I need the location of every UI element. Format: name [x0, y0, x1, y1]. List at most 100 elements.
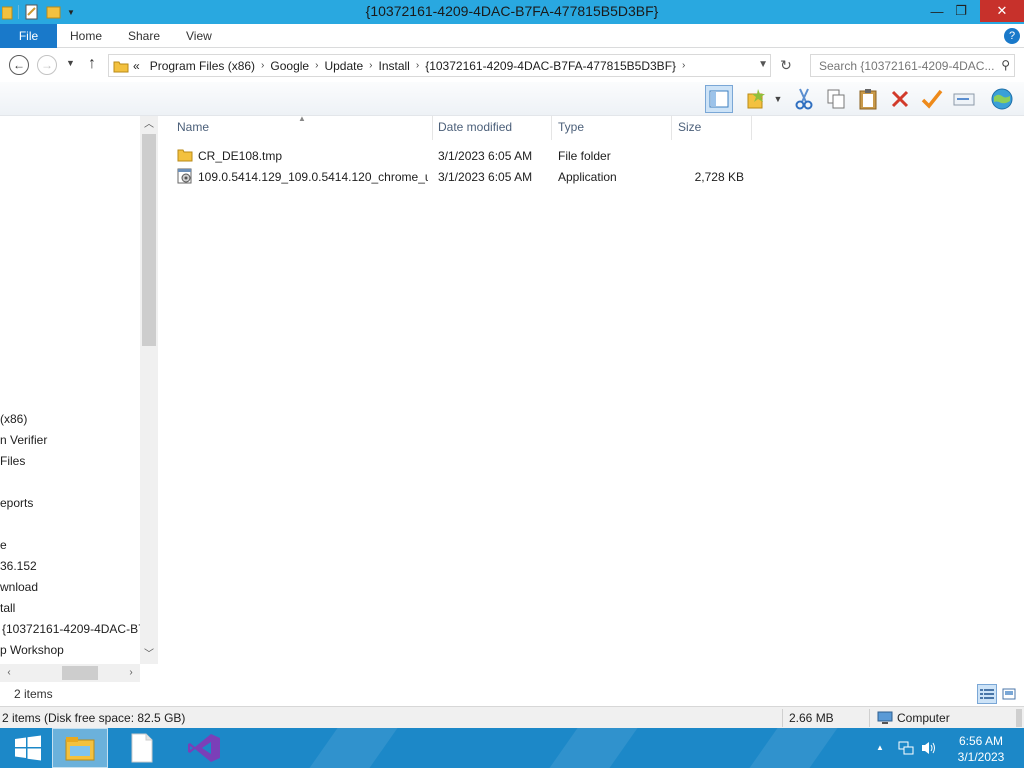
- window-title: {10372161-4209-4DAC-B7FA-477815B5D3BF}: [365, 3, 659, 19]
- column-header-name[interactable]: Name: [177, 120, 209, 134]
- large-icons-view-icon[interactable]: [999, 684, 1019, 704]
- tab-view[interactable]: View: [186, 24, 212, 48]
- nav-tree-item[interactable]: e: [0, 535, 140, 555]
- scroll-thumb[interactable]: [62, 666, 98, 680]
- application-icon: [177, 168, 192, 184]
- column-header-type[interactable]: Type: [558, 120, 584, 134]
- taskbar-notepad[interactable]: [114, 728, 170, 768]
- column-divider[interactable]: [671, 116, 672, 140]
- refresh-button[interactable]: ↻: [774, 54, 798, 77]
- nav-tree-item[interactable]: Files: [0, 451, 140, 471]
- checkmark-icon[interactable]: [918, 85, 946, 113]
- nav-horizontal-scrollbar[interactable]: ‹ ›: [0, 664, 140, 682]
- file-row[interactable]: CR_DE108.tmp 3/1/2023 6:05 AM File folde…: [172, 146, 752, 166]
- system-clock[interactable]: 6:56 AM 3/1/2023: [948, 733, 1014, 765]
- nav-tree-item[interactable]: 36.152: [0, 556, 140, 576]
- details-view-icon[interactable]: [977, 684, 997, 704]
- windows-logo-icon: [15, 735, 41, 761]
- search-placeholder: Search {10372161-4209-4DAC...: [819, 59, 995, 73]
- file-explorer-icon: [65, 737, 95, 761]
- volume-icon[interactable]: [920, 740, 938, 756]
- scroll-up-arrow[interactable]: ︿: [140, 116, 158, 134]
- nav-tree-item[interactable]: (x86): [0, 409, 140, 429]
- nav-tree-item[interactable]: tall: [0, 598, 140, 618]
- minimize-button[interactable]: —: [926, 0, 948, 22]
- search-input[interactable]: Search {10372161-4209-4DAC... ⚲: [810, 54, 1015, 77]
- tab-file[interactable]: File: [0, 24, 57, 48]
- nav-tree-item-current[interactable]: {10372161-4209-4DAC-B7F: [0, 619, 140, 639]
- folder-icon: [177, 149, 193, 162]
- taskbar-file-explorer[interactable]: [52, 728, 108, 768]
- breadcrumb-separator[interactable]: ›: [682, 60, 685, 71]
- clock-date: 3/1/2023: [957, 750, 1005, 764]
- breadcrumb-overflow[interactable]: «: [129, 59, 144, 73]
- show-hidden-icons[interactable]: ▲: [876, 743, 884, 752]
- nav-tree-item[interactable]: eports: [0, 493, 140, 513]
- column-header-size[interactable]: Size: [678, 120, 701, 134]
- file-size: 2,728 KB: [694, 170, 744, 184]
- network-icon[interactable]: [898, 740, 914, 756]
- address-history-dropdown[interactable]: ▼: [758, 59, 768, 70]
- divider: [782, 709, 783, 727]
- taskbar-visual-studio[interactable]: [176, 728, 232, 768]
- paste-icon[interactable]: [854, 85, 882, 113]
- close-button[interactable]: ✕: [980, 0, 1024, 22]
- recent-locations-icon[interactable]: ▼: [66, 58, 75, 68]
- file-date-modified: 3/1/2023 6:05 AM: [438, 170, 533, 184]
- visual-studio-icon: [188, 734, 220, 762]
- scroll-left-arrow[interactable]: ‹: [0, 664, 18, 682]
- breadcrumb-program-files[interactable]: Program Files (x86): [144, 59, 261, 73]
- size-grip[interactable]: [1016, 709, 1022, 727]
- taskbar-decoration: [735, 728, 845, 768]
- taskbar-decoration: [295, 728, 405, 768]
- up-button[interactable]: ↑: [88, 55, 96, 73]
- ribbon-tabs: File Home Share View ?: [0, 24, 1024, 48]
- column-divider[interactable]: [551, 116, 552, 140]
- file-list[interactable]: Name ▲ Date modified Type Size CR_DE108.…: [158, 114, 1024, 682]
- column-header-date-modified[interactable]: Date modified: [438, 120, 512, 134]
- total-size: 2.66 MB: [789, 711, 834, 725]
- command-toolbar: ▼: [0, 82, 1024, 116]
- start-button[interactable]: [0, 728, 56, 768]
- nav-tree-item[interactable]: wnload: [0, 577, 140, 597]
- sort-ascending-icon: ▲: [298, 114, 306, 123]
- file-date-modified: 3/1/2023 6:05 AM: [438, 149, 533, 163]
- nav-tree-item[interactable]: p Workshop: [0, 640, 140, 660]
- cut-icon[interactable]: [790, 85, 818, 113]
- breadcrumb-guid-folder[interactable]: {10372161-4209-4DAC-B7FA-477815B5D3BF}: [419, 59, 682, 73]
- new-folder-dropdown-icon[interactable]: ▼: [770, 85, 786, 113]
- scroll-right-arrow[interactable]: ›: [122, 664, 140, 682]
- restore-button[interactable]: ❐: [950, 0, 972, 22]
- forward-button[interactable]: →: [37, 55, 57, 75]
- status-bar: 2 items: [0, 682, 1024, 706]
- nav-tree-label: {10372161-4209-4DAC-B7F: [2, 622, 140, 636]
- taskbar: ▲ 6:56 AM 3/1/2023: [0, 728, 1024, 768]
- new-folder-icon[interactable]: [742, 85, 770, 113]
- delete-icon[interactable]: [886, 85, 914, 113]
- file-row[interactable]: 109.0.5414.129_109.0.5414.120_chrome_u..…: [172, 167, 752, 187]
- item-count: 2 items: [14, 687, 53, 701]
- back-button[interactable]: ←: [9, 55, 29, 75]
- column-divider[interactable]: [751, 116, 752, 140]
- help-icon[interactable]: ?: [1004, 28, 1020, 44]
- address-bar[interactable]: « Program Files (x86) › Google › Update …: [108, 54, 771, 77]
- file-name[interactable]: CR_DE108.tmp: [198, 149, 428, 163]
- rename-icon[interactable]: [950, 85, 978, 113]
- breadcrumb-install[interactable]: Install: [372, 59, 415, 73]
- nav-vertical-scrollbar[interactable]: ︿ ﹀: [140, 116, 158, 664]
- preview-pane-icon[interactable]: [705, 85, 733, 113]
- scroll-thumb[interactable]: [142, 134, 156, 346]
- globe-icon[interactable]: [988, 85, 1016, 113]
- nav-tree-item[interactable]: n Verifier: [0, 430, 140, 450]
- copy-icon[interactable]: [822, 85, 850, 113]
- divider: [869, 709, 870, 727]
- file-name[interactable]: 109.0.5414.129_109.0.5414.120_chrome_u..…: [198, 170, 428, 184]
- tab-share[interactable]: Share: [128, 24, 160, 48]
- breadcrumb-google[interactable]: Google: [264, 59, 315, 73]
- column-divider[interactable]: [432, 116, 433, 140]
- scroll-down-arrow[interactable]: ﹀: [140, 646, 158, 664]
- tab-home[interactable]: Home: [70, 24, 102, 48]
- breadcrumb-update[interactable]: Update: [318, 59, 369, 73]
- navigation-pane[interactable]: (x86) n Verifier Files eports e 36.152 w…: [0, 116, 158, 682]
- search-icon: ⚲: [1001, 58, 1010, 72]
